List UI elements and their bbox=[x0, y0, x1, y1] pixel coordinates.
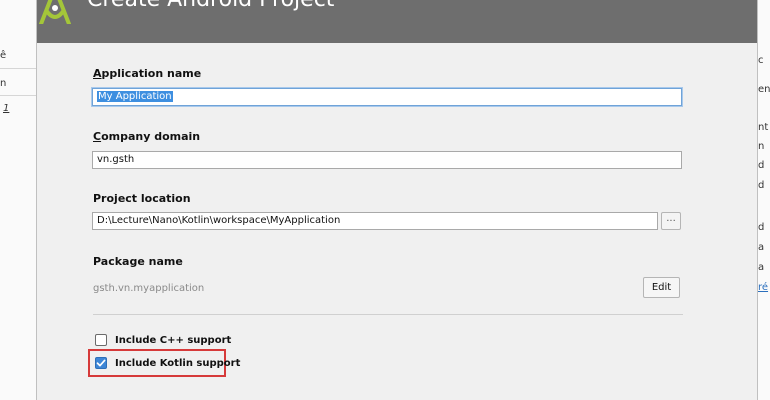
include-cpp-option[interactable]: Include C++ support bbox=[95, 333, 231, 347]
application-name-input[interactable]: My Application bbox=[92, 88, 682, 106]
application-name-selected-text: My Application bbox=[97, 91, 173, 102]
background-link[interactable]: ré bbox=[758, 282, 768, 293]
background-left-panel: ê n 1 bbox=[0, 0, 37, 400]
company-domain-input[interactable]: vn.gsth bbox=[92, 151, 682, 169]
background-divider bbox=[0, 68, 36, 69]
background-text: d bbox=[758, 222, 765, 233]
include-cpp-checkbox[interactable] bbox=[95, 334, 107, 346]
browse-button[interactable]: ... bbox=[661, 212, 681, 230]
include-kotlin-checkbox[interactable] bbox=[95, 357, 107, 369]
background-text: d bbox=[758, 180, 765, 191]
background-text: 1 bbox=[3, 103, 10, 114]
background-text: a bbox=[758, 262, 765, 273]
include-kotlin-label: Include Kotlin support bbox=[115, 357, 241, 369]
include-kotlin-option[interactable]: Include Kotlin support bbox=[95, 356, 240, 370]
create-project-dialog: Create Android Project Application name … bbox=[36, 0, 758, 400]
background-text: ê bbox=[0, 50, 7, 61]
options-divider bbox=[93, 314, 683, 315]
include-cpp-label: Include C++ support bbox=[115, 334, 232, 346]
dialog-title: Create Android Project bbox=[87, 0, 334, 12]
dialog-header: Create Android Project bbox=[37, 0, 757, 43]
project-location-input[interactable]: D:\Lecture\Nano\Kotlin\workspace\MyAppli… bbox=[92, 212, 658, 230]
background-text: d bbox=[758, 160, 765, 171]
checkmark-icon bbox=[96, 359, 106, 367]
project-location-label: Project location bbox=[93, 192, 191, 205]
edit-package-button[interactable]: Edit bbox=[643, 277, 680, 298]
background-text: n bbox=[758, 141, 765, 152]
background-text: n bbox=[0, 78, 7, 89]
background-text: a bbox=[758, 242, 765, 253]
package-name-value: gsth.vn.myapplication bbox=[93, 283, 205, 294]
company-domain-label: Company domain bbox=[93, 130, 201, 143]
background-text: nt bbox=[758, 122, 769, 133]
background-text: en bbox=[758, 84, 770, 95]
package-name-label: Package name bbox=[93, 255, 183, 268]
background-text: c bbox=[758, 55, 764, 66]
application-name-label: Application name bbox=[93, 67, 202, 80]
background-divider bbox=[0, 95, 36, 96]
android-studio-logo-icon bbox=[39, 0, 71, 24]
